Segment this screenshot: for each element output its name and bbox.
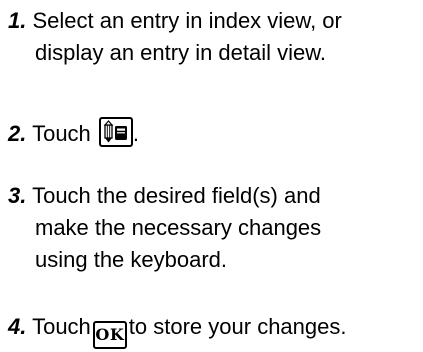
step-4-line-1: 4. Touch OK to store your changes. (8, 311, 346, 349)
step-3: 3. Touch the desired field(s) and make t… (8, 180, 321, 276)
ok-icon: OK (92, 321, 127, 349)
step-3-line-2: make the necessary changes (35, 215, 322, 240)
step-4-text-after: to store your changes. (128, 314, 347, 339)
step-1-line-1: 1. Select an entry in index view, or (8, 5, 342, 37)
step-2-text-before: Touch (32, 121, 91, 146)
step-3-number: 3. (8, 183, 27, 208)
step-4-text-before: Touch (32, 314, 91, 339)
step-3-text-1: Touch the desired field(s) and (32, 183, 321, 208)
step-4-number: 4. (8, 314, 27, 339)
step-4: 4. Touch OK to store your changes. (8, 311, 346, 349)
step-2-text-after: . (132, 121, 140, 146)
step-2: 2. Touch . (8, 117, 139, 150)
step-3-line-1: 3. Touch the desired field(s) and (8, 180, 321, 212)
step-2-number: 2. (8, 121, 27, 146)
step-1-text-1: Select an entry in index view, or (32, 8, 342, 33)
edit-icon (98, 117, 133, 147)
step-1-number: 1. (8, 8, 27, 33)
step-3-line-3: using the keyboard. (35, 247, 228, 272)
step-1: 1. Select an entry in index view, or dis… (8, 5, 342, 69)
step-2-line-1: 2. Touch . (8, 117, 139, 150)
step-1-line-2: display an entry in detail view. (35, 40, 327, 65)
